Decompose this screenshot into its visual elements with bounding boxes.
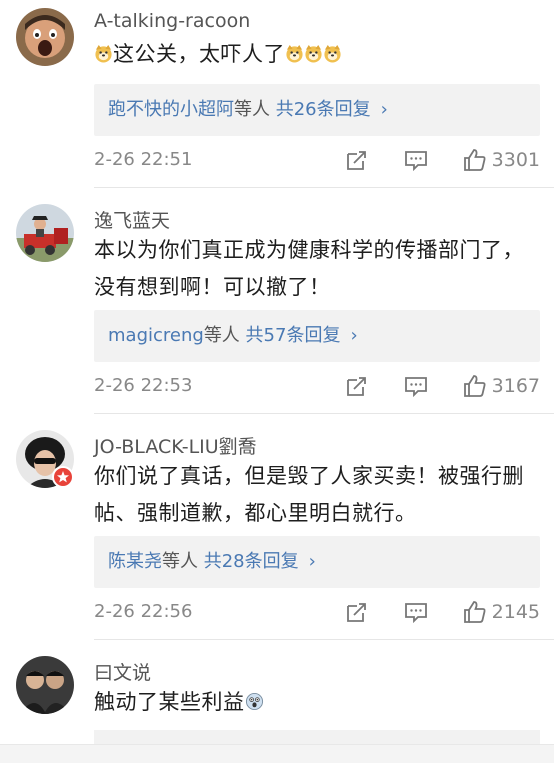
like-count: 3167	[491, 375, 540, 397]
reply-count[interactable]: 共57条回复	[246, 325, 341, 346]
reply-suffix: 等人	[234, 99, 270, 120]
thumbs-up-icon[interactable]	[462, 599, 488, 625]
like-count: 2145	[491, 601, 540, 623]
username[interactable]: A-talking-racoon	[94, 10, 250, 32]
thumbs-up-icon[interactable]	[462, 373, 488, 399]
comment-text: 这公关，太吓人了	[94, 36, 540, 73]
verified-badge-icon	[52, 466, 74, 488]
divider	[94, 187, 554, 188]
reply-summary[interactable]: 跑不快的小超阿等人 共26条回复 ›	[94, 84, 540, 136]
reply-names[interactable]: 陈某尧	[108, 551, 162, 572]
username[interactable]: 曰文说	[94, 658, 151, 685]
comment-meta: 2-26 22:56 2145	[94, 599, 540, 629]
like-count: 3301	[491, 149, 540, 171]
comment-meta: 2-26 22:51 3301	[94, 147, 540, 177]
comment-meta: 2-26 22:53 3167	[94, 373, 540, 403]
reply-summary[interactable]: 陈某尧等人 共28条回复 ›	[94, 536, 540, 588]
thumbs-up-icon[interactable]	[462, 147, 488, 173]
avatar[interactable]	[16, 8, 74, 66]
repost-icon[interactable]	[344, 373, 370, 399]
comment-text: 本以为你们真正成为健康科学的传播部门了，没有想到啊！可以撤了！	[94, 238, 524, 299]
username[interactable]: JO-BLACK-LIU劉喬	[94, 432, 257, 459]
comment-icon[interactable]	[403, 147, 429, 173]
reply-suffix: 等人	[203, 325, 240, 346]
comment-text: 你们说了真话，但是毁了人家买卖！被强行删帖、强制道歉，都心里明白就行。	[94, 464, 524, 525]
reply-count[interactable]: 共28条回复	[204, 551, 299, 572]
reply-names[interactable]: 跑不快的小超阿	[108, 99, 234, 120]
bottom-bar	[0, 744, 554, 763]
chevron-right-icon: ›	[308, 551, 316, 572]
comment-text-content: 触动了某些利益	[94, 690, 245, 714]
reply-summary[interactable]: magicreng等人 共57条回复 ›	[94, 310, 540, 362]
username[interactable]: 逸飞蓝天	[94, 206, 170, 233]
repost-icon[interactable]	[344, 599, 370, 625]
reply-count[interactable]: 共26条回复	[276, 99, 371, 120]
doge-emoji-icon	[323, 44, 342, 63]
avatar[interactable]	[16, 204, 74, 262]
reply-summary-partial	[94, 730, 540, 744]
comment-text: 触动了某些利益	[94, 684, 540, 721]
avatar[interactable]	[16, 656, 74, 714]
reply-names[interactable]: magicreng	[108, 325, 204, 346]
doge-emoji-icon	[94, 44, 113, 63]
comment-text-content: 这公关，太吓人了	[113, 42, 285, 66]
shocked-emoji-icon	[245, 692, 264, 711]
doge-emoji-icon	[285, 44, 304, 63]
timestamp: 2-26 22:51	[94, 149, 193, 170]
timestamp: 2-26 22:56	[94, 601, 193, 622]
chevron-right-icon: ›	[350, 325, 358, 346]
comment-icon[interactable]	[403, 599, 429, 625]
timestamp: 2-26 22:53	[94, 375, 193, 396]
divider	[94, 413, 554, 414]
comment-icon[interactable]	[403, 373, 429, 399]
divider	[94, 639, 554, 640]
chevron-right-icon: ›	[380, 99, 388, 120]
repost-icon[interactable]	[344, 147, 370, 173]
reply-suffix: 等人	[162, 551, 198, 572]
doge-emoji-icon	[304, 44, 323, 63]
